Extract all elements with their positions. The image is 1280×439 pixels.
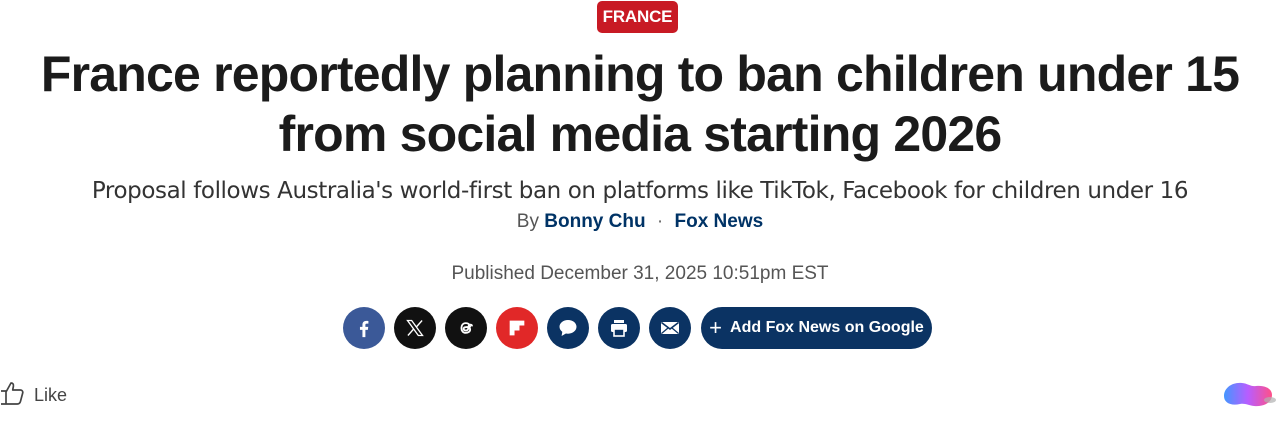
byline: By Bonny Chu · Fox News: [0, 210, 1280, 234]
email-icon: [658, 316, 682, 340]
thumbs-up-icon: [0, 380, 34, 411]
published-date: Published December 31, 2025 10:51pm EST: [451, 263, 829, 284]
threads-share-button[interactable]: [445, 306, 487, 349]
byline-separator: ·: [656, 211, 664, 232]
headline: France reportedly planning to ban childr…: [0, 44, 1280, 164]
outlet-link[interactable]: Fox News: [674, 211, 763, 232]
email-share-button[interactable]: [649, 306, 691, 349]
facebook-share-button[interactable]: [343, 306, 385, 349]
chat-bubble-icon: [556, 316, 580, 340]
like-label: Like: [34, 385, 68, 405]
share-bar: + Add Fox News on Google: [343, 306, 932, 349]
flipboard-icon: [506, 317, 528, 339]
print-button[interactable]: [598, 306, 640, 349]
flipboard-share-button[interactable]: [496, 306, 538, 349]
headline-line-1: France reportedly planning to ban childr…: [40, 46, 1240, 102]
google-button-label: Add Fox News on Google: [730, 318, 924, 336]
floating-widget-icon[interactable]: [1220, 376, 1280, 410]
print-icon: [607, 316, 631, 340]
facebook-icon: [353, 317, 375, 339]
x-icon: [405, 318, 425, 338]
category-tag[interactable]: FRANCE: [597, 1, 678, 33]
x-share-button[interactable]: [394, 306, 436, 349]
byline-prefix: By: [516, 211, 539, 232]
headline-line-2: from social media starting 2026: [278, 106, 1003, 162]
plus-icon: +: [709, 314, 723, 340]
subheadline: Proposal follows Australia's world-first…: [91, 178, 1189, 204]
author-link[interactable]: Bonny Chu: [544, 211, 645, 232]
threads-icon: [455, 317, 477, 339]
like-button[interactable]: Like: [0, 380, 67, 411]
add-fox-news-on-google-button[interactable]: + Add Fox News on Google: [701, 306, 932, 349]
comments-button[interactable]: [547, 306, 589, 349]
article-header: FRANCE France reportedly planning to ban…: [0, 0, 1280, 439]
